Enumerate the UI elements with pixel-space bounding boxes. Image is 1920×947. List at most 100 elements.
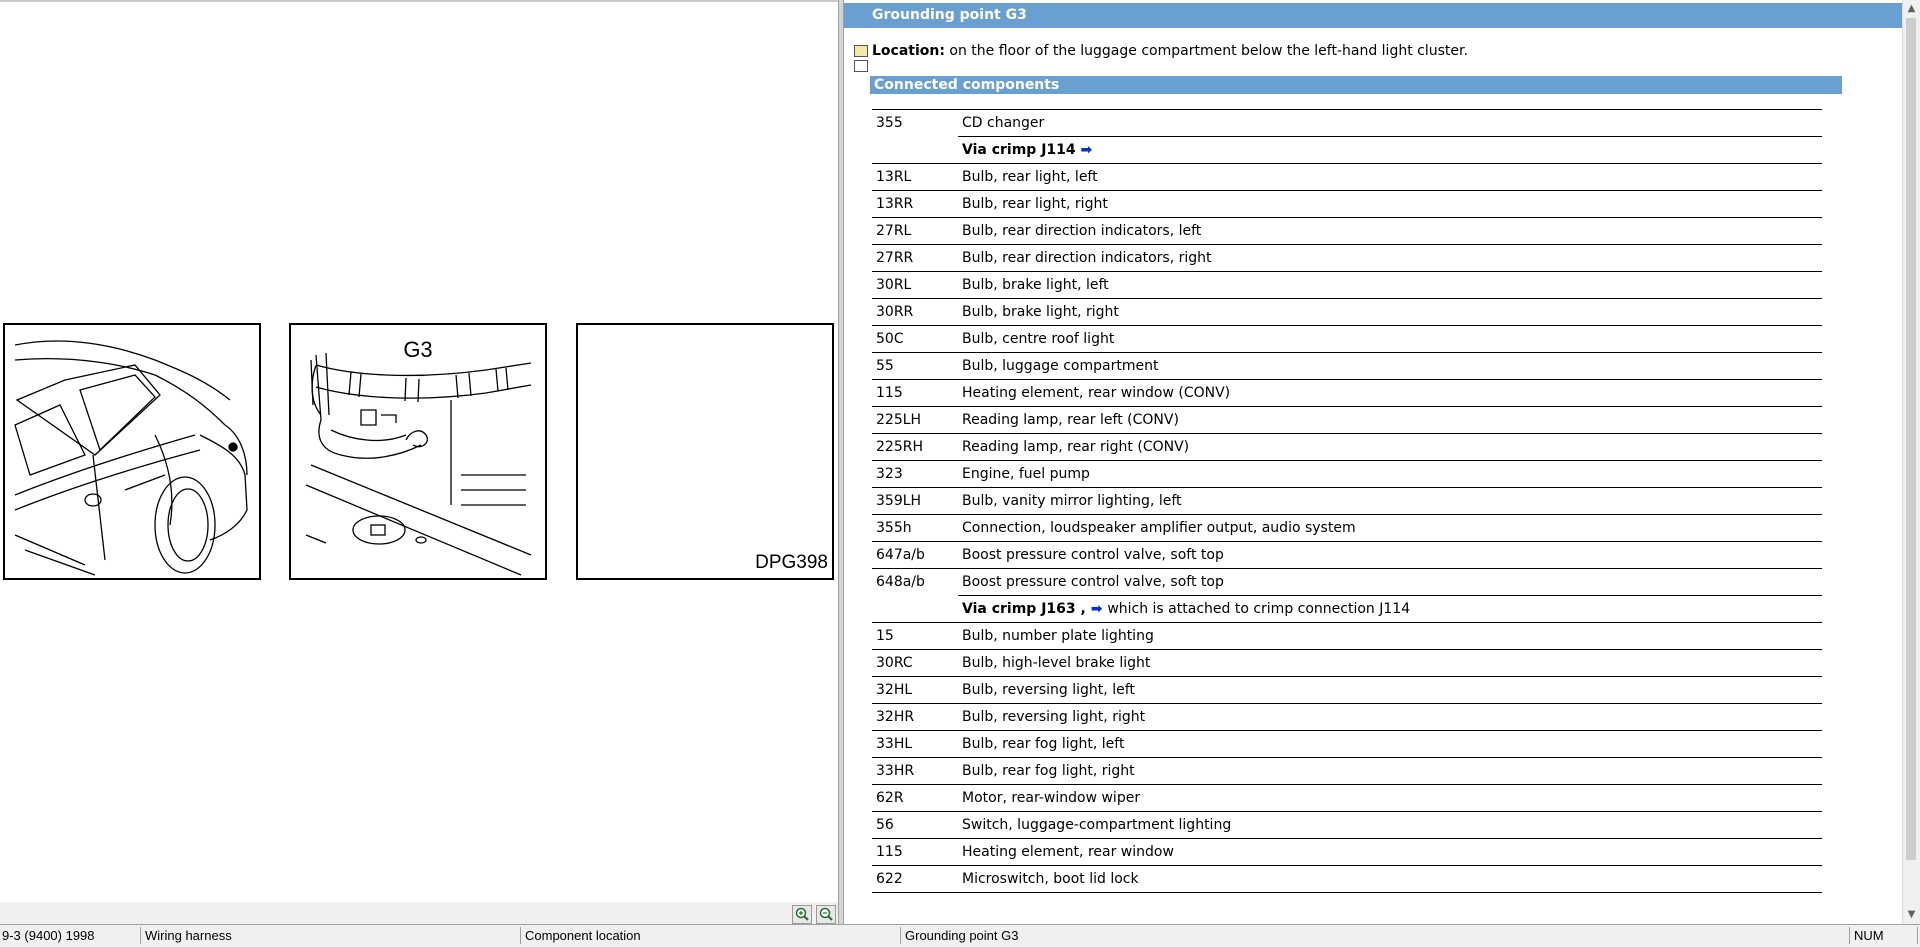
arrow-right-icon[interactable]: ➡ (1091, 601, 1103, 617)
table-row: 33HL Bulb, rear fog light, left (872, 730, 1822, 758)
status-view: Component location (523, 927, 901, 944)
component-description: Switch, luggage-compartment lighting (958, 811, 1822, 839)
component-code: 622 (872, 865, 958, 893)
component-code: 648a/b (872, 568, 958, 596)
illustration-pane: G3 DPG398 (0, 0, 838, 926)
components-table: 355 CD changer Via crimp J114 ➡ 13RL Bulb, r… (872, 109, 1822, 893)
component-code: 30RC (872, 649, 958, 677)
component-code: 647a/b (872, 541, 958, 569)
component-code: 115 (872, 379, 958, 407)
zoom-in-button[interactable] (792, 905, 812, 924)
scrollbar-thumb[interactable] (1906, 18, 1916, 860)
via-crimp-label: Via crimp J163 , (962, 601, 1086, 617)
vertical-scrollbar[interactable]: ▲ ▼ (1902, 0, 1920, 924)
component-code: 225RH (872, 433, 958, 461)
component-code: 359LH (872, 487, 958, 515)
via-crimp-label: Via crimp J114 (962, 142, 1076, 158)
table-row: 33HR Bulb, rear fog light, right (872, 757, 1822, 785)
component-code: 50C (872, 325, 958, 353)
component-description: CD changer (958, 109, 1822, 137)
via-crimp-row: Via crimp J114 ➡ (872, 136, 1822, 164)
table-row: 355h Connection, loudspeaker amplifier ou… (872, 514, 1822, 542)
table-row: 647a/b Boost pressure control valve, soft… (872, 541, 1822, 569)
component-code: 15 (872, 622, 958, 650)
zoom-toolbar (0, 902, 838, 926)
status-item: Grounding point G3 (903, 927, 1850, 944)
component-description: Bulb, high-level brake light (958, 649, 1822, 677)
table-row: 13RR Bulb, rear light, right (872, 190, 1822, 218)
component-code (872, 137, 958, 164)
table-row: 13RL Bulb, rear light, left (872, 163, 1822, 191)
table-row: 359LH Bulb, vanity mirror lighting, left (872, 487, 1822, 515)
component-description: Bulb, rear direction indicators, right (958, 244, 1822, 272)
zoom-out-button[interactable] (816, 905, 836, 924)
table-row: 32HR Bulb, reversing light, right (872, 703, 1822, 731)
component-description: Reading lamp, rear left (CONV) (958, 406, 1822, 434)
component-code: 355 (872, 109, 958, 137)
component-description: Bulb, brake light, left (958, 271, 1822, 299)
component-description: Reading lamp, rear right (CONV) (958, 433, 1822, 461)
component-description: Bulb, luggage compartment (958, 352, 1822, 380)
component-description: Bulb, rear fog light, left (958, 730, 1822, 758)
table-row: 32HL Bulb, reversing light, left (872, 676, 1822, 704)
car-overview-image (3, 323, 261, 580)
component-code: 56 (872, 811, 958, 839)
table-row: 30RR Bulb, brake light, right (872, 298, 1822, 326)
table-row: 15 Bulb, number plate lighting (872, 622, 1822, 650)
grounding-point-detail-image: G3 (289, 323, 547, 580)
arrow-right-icon[interactable]: ➡ (1081, 142, 1093, 158)
component-code: 30RR (872, 298, 958, 326)
component-code: 27RL (872, 217, 958, 245)
component-description: Engine, fuel pump (958, 460, 1822, 488)
via-crimp-row: Via crimp J163 , ➡ which is attached to … (872, 595, 1822, 623)
component-description: Boost pressure control valve, soft top (958, 541, 1822, 569)
status-bar: 9-3 (9400) 1998 Wiring harness Component… (0, 924, 1920, 947)
component-code: 62R (872, 784, 958, 812)
component-code: 33HL (872, 730, 958, 758)
component-description: Bulb, reversing light, right (958, 703, 1822, 731)
component-description: Bulb, reversing light, left (958, 676, 1822, 704)
component-description: Bulb, vanity mirror lighting, left (958, 487, 1822, 515)
table-row: 225RH Reading lamp, rear right (CONV) (872, 433, 1822, 461)
component-code: 30RL (872, 271, 958, 299)
component-description: Bulb, centre roof light (958, 325, 1822, 353)
scroll-up-arrow-icon[interactable]: ▲ (1903, 0, 1920, 18)
table-row: 56 Switch, luggage-compartment lighting (872, 811, 1822, 839)
component-description: Bulb, brake light, right (958, 298, 1822, 326)
table-row: 648a/b Boost pressure control valve, soft… (872, 568, 1822, 596)
table-row: 50C Bulb, centre roof light (872, 325, 1822, 353)
table-row: 355 CD changer (872, 109, 1822, 137)
component-description: Heating element, rear window (958, 838, 1822, 866)
page-title: Grounding point G3 (844, 3, 1902, 28)
component-description: Connection, loudspeaker amplifier output… (958, 514, 1822, 542)
component-code: 55 (872, 352, 958, 380)
component-description[interactable]: Via crimp J114 ➡ (958, 136, 1822, 164)
component-code: 225LH (872, 406, 958, 434)
zoom-out-icon (819, 907, 833, 921)
zoom-in-icon (795, 907, 809, 921)
table-row: 55 Bulb, luggage compartment (872, 352, 1822, 380)
drawing-reference-panel: DPG398 (576, 323, 834, 580)
table-row: 115 Heating element, rear window (CONV) (872, 379, 1822, 407)
grounding-point-detail-drawing (305, 352, 532, 576)
scroll-down-arrow-icon[interactable]: ▼ (1903, 906, 1920, 924)
component-description: Motor, rear-window wiper (958, 784, 1822, 812)
component-description: Microswitch, boot lid lock (958, 865, 1822, 893)
table-row: 323 Engine, fuel pump (872, 460, 1822, 488)
via-crimp-note: which is attached to crimp connection J1… (1107, 601, 1411, 617)
component-description[interactable]: Via crimp J163 , ➡ which is attached to … (958, 595, 1822, 623)
table-row: 62R Motor, rear-window wiper (872, 784, 1822, 812)
section-title: Connected components (870, 76, 1842, 94)
component-code: 32HR (872, 703, 958, 731)
table-row: 115 Heating element, rear window (872, 838, 1822, 866)
car-overview-drawing (14, 340, 248, 576)
component-description: Boost pressure control valve, soft top (958, 568, 1822, 596)
component-code: 32HL (872, 676, 958, 704)
component-code: 323 (872, 460, 958, 488)
component-code: 355h (872, 514, 958, 542)
table-row: 622 Microswitch, boot lid lock (872, 865, 1822, 893)
table-row: 30RL Bulb, brake light, left (872, 271, 1822, 299)
print-icon[interactable] (854, 60, 868, 72)
component-description: Bulb, rear light, left (958, 163, 1822, 191)
document-link-icon[interactable] (854, 45, 868, 57)
